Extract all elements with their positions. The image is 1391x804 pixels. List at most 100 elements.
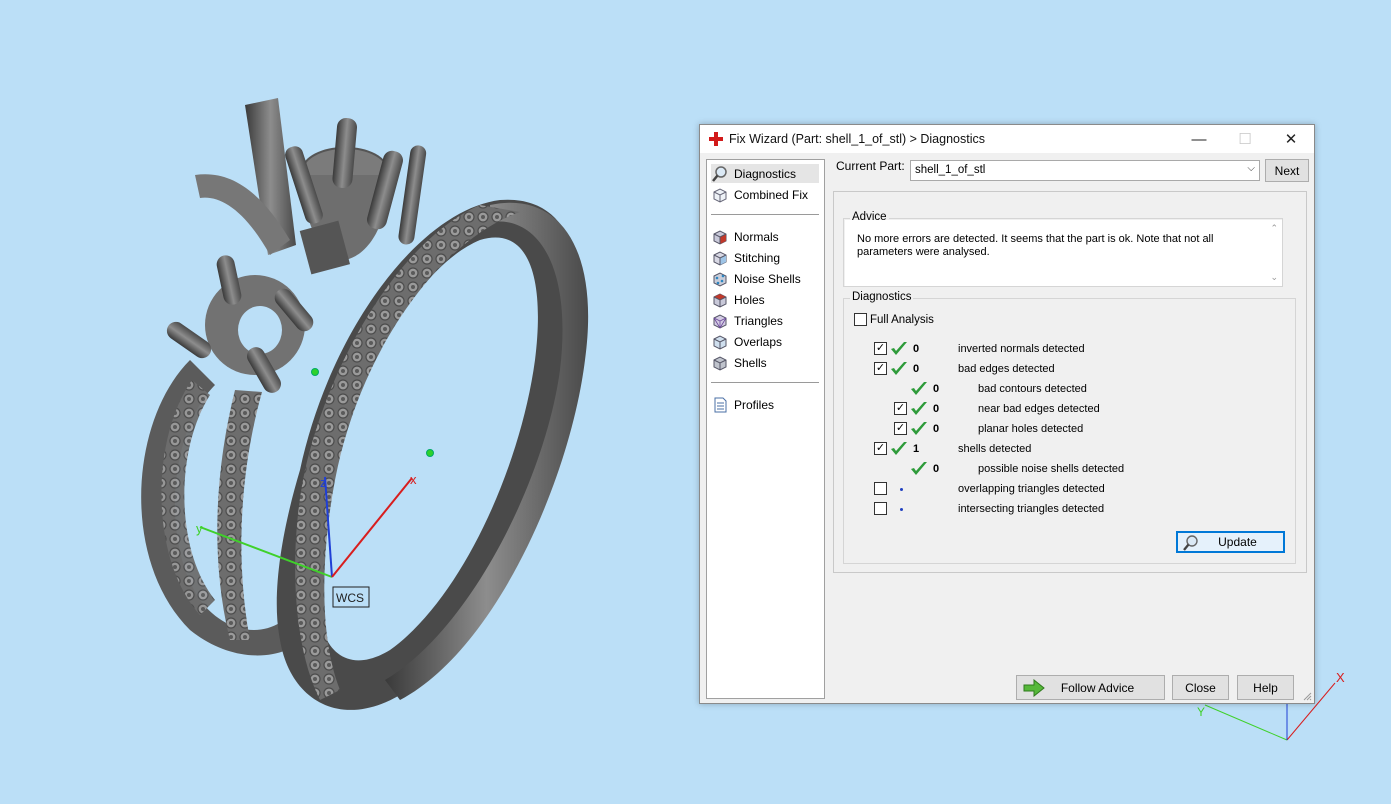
nav-item-label: Profiles — [734, 397, 775, 412]
nav-divider — [711, 382, 819, 383]
pivot-point — [426, 449, 434, 457]
diagnostics-panel: Advice No more errors are detected. It s… — [833, 191, 1307, 573]
scroll-down-icon[interactable]: ⌄ — [1270, 272, 1278, 283]
next-button[interactable]: Next — [1265, 159, 1309, 182]
nav-item-profiles[interactable]: Profiles — [711, 395, 774, 414]
green-check-icon — [911, 402, 927, 415]
follow-advice-label: Follow Advice — [1060, 680, 1135, 695]
nav-item-combined-fix[interactable]: Combined Fix — [711, 185, 808, 204]
nav-item-shells[interactable]: Shells — [711, 353, 767, 372]
green-check-icon — [911, 462, 927, 475]
maximize-button[interactable]: ☐ — [1222, 125, 1268, 153]
advice-group: Advice No more errors are detected. It s… — [843, 211, 1283, 287]
diagnostics-group: Diagnostics Full Analysis ✓ 0 inverted nor… — [843, 291, 1296, 564]
nav-item-label: Diagnostics — [734, 166, 797, 181]
diagnostic-label: possible noise shells detected — [978, 463, 1125, 475]
holes-cube-icon — [711, 291, 729, 309]
not-analysed-dot-icon — [900, 508, 903, 511]
advice-box: No more errors are detected. It seems th… — [845, 220, 1282, 286]
diagnostic-checkbox[interactable] — [874, 502, 887, 515]
title-bar[interactable]: Fix Wizard (Part: shell_1_of_stl) > Diag… — [700, 125, 1314, 153]
diagnostic-label: bad contours detected — [978, 383, 1087, 395]
z-axis-label: z — [320, 475, 327, 490]
scroll-up-icon[interactable]: ⌃ — [1270, 223, 1278, 234]
red-cross-icon — [709, 132, 723, 146]
diagnostic-checkbox[interactable]: ✓ — [874, 362, 887, 375]
follow-advice-button[interactable]: Follow Advice — [1016, 675, 1165, 700]
diagnostic-label: near bad edges detected — [978, 403, 1100, 415]
triad-x-label: X — [1336, 670, 1345, 685]
nav-item-normals[interactable]: Normals — [711, 227, 779, 246]
pivot-point — [311, 368, 319, 376]
diagnostic-label: shells detected — [958, 443, 1032, 455]
overlaps-cube-icon — [711, 333, 729, 351]
nav-item-label: Normals — [734, 229, 779, 244]
green-check-icon — [891, 342, 907, 355]
diagnostic-label: bad edges detected — [958, 363, 1055, 375]
green-check-icon — [911, 422, 927, 435]
diagnostic-count: 0 — [933, 383, 940, 395]
nav-item-label: Noise Shells — [734, 271, 801, 286]
profiles-document-icon — [711, 396, 729, 414]
close-window-button[interactable]: ✕ — [1268, 125, 1314, 153]
magnifier-icon — [1182, 535, 1200, 554]
advice-text: No more errors are detected. It seems th… — [857, 233, 1214, 258]
nav-item-triangles[interactable]: Triangles — [711, 311, 783, 330]
close-button[interactable]: Close — [1172, 675, 1229, 700]
diagnostic-checkbox[interactable]: ✓ — [894, 402, 907, 415]
diagnostic-checkbox[interactable]: ✓ — [894, 422, 907, 435]
full-analysis-label: Full Analysis — [870, 314, 934, 326]
triad-y-label: Y — [1197, 705, 1205, 719]
diagnostic-count: 0 — [933, 423, 940, 435]
diagnostics-title: Diagnostics — [850, 291, 914, 303]
diagnostic-checkbox[interactable]: ✓ — [874, 342, 887, 355]
green-check-icon — [891, 362, 907, 375]
not-analysed-dot-icon — [900, 488, 903, 491]
update-button[interactable]: Update — [1176, 531, 1285, 553]
triangles-cube-icon — [711, 312, 729, 330]
shells-cube-icon — [711, 354, 729, 372]
nav-item-label: Holes — [734, 292, 765, 307]
current-part-select[interactable]: shell_1_of_stl ⌵ — [910, 160, 1260, 181]
nav-item-holes[interactable]: Holes — [711, 290, 765, 309]
diagnostic-label: inverted normals detected — [958, 343, 1085, 355]
diagnostic-checkbox[interactable]: ✓ — [874, 442, 887, 455]
diagnostic-count: 0 — [913, 363, 920, 375]
update-label: Update — [1218, 535, 1257, 549]
current-part-value: shell_1_of_stl — [915, 164, 986, 176]
normals-cube-icon — [711, 228, 729, 246]
nav-item-label: Triangles — [734, 313, 783, 328]
chevron-down-icon: ⌵ — [1247, 163, 1255, 174]
diagnostic-count: 0 — [933, 403, 940, 415]
nav-item-label: Overlaps — [734, 334, 783, 349]
stitching-cube-icon — [711, 249, 729, 267]
nav-divider — [711, 214, 819, 215]
y-axis-label: y — [196, 521, 203, 536]
ring-model — [141, 98, 589, 710]
nav-item-noise-shells[interactable]: Noise Shells — [711, 269, 801, 288]
magnifier-icon — [711, 165, 729, 183]
diagnostic-label: overlapping triangles detected — [958, 483, 1105, 495]
minimize-button[interactable]: — — [1176, 125, 1222, 153]
resize-grip-icon[interactable] — [1302, 691, 1312, 701]
help-button[interactable]: Help — [1237, 675, 1294, 700]
nav-item-label: Stitching — [734, 250, 781, 265]
nav-item-stitching[interactable]: Stitching — [711, 248, 780, 267]
full-analysis-checkbox[interactable] — [854, 313, 867, 326]
diagnostic-label: planar holes detected — [978, 423, 1084, 435]
nav-item-diagnostics[interactable]: Diagnostics — [711, 164, 819, 183]
diagnostic-count: 1 — [913, 443, 920, 455]
fix-wizard-nav: Diagnostics Combined Fix Normals Stitchi… — [706, 159, 825, 699]
green-check-icon — [891, 442, 907, 455]
dialog-title: Fix Wizard (Part: shell_1_of_stl) > Diag… — [729, 132, 985, 146]
nav-item-overlaps[interactable]: Overlaps — [711, 332, 782, 351]
current-part-label: Current Part: — [836, 159, 905, 173]
noise-shells-icon — [711, 270, 729, 288]
diagnostic-checkbox[interactable] — [874, 482, 887, 495]
diagnostic-count: 0 — [913, 343, 920, 355]
nav-item-label: Combined Fix — [734, 187, 809, 202]
green-check-icon — [911, 382, 927, 395]
green-arrow-icon — [1023, 678, 1045, 700]
fix-wizard-dialog: Fix Wizard (Part: shell_1_of_stl) > Diag… — [699, 124, 1315, 704]
diagnostic-label: intersecting triangles detected — [958, 503, 1105, 515]
